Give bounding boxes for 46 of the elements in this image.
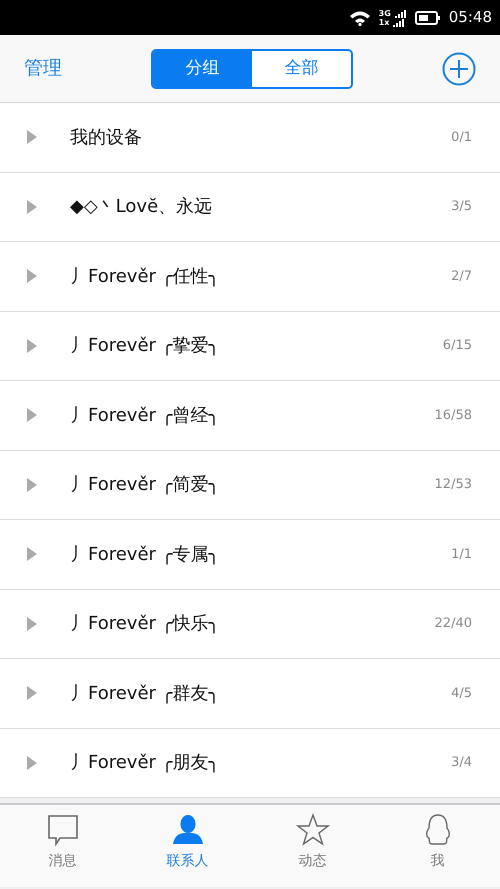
network-label: 3G [378,8,391,18]
group-count: 16/58 [434,406,472,424]
tab-bar-item[interactable]: 消息 [0,805,125,887]
group-count: 3/4 [451,754,472,772]
network-label: 1x [378,18,390,26]
group-row[interactable]: 丿Forevěr ╭任性╮ 2/7 [0,242,500,312]
group-count: 2/7 [451,268,472,286]
group-count: 3/5 [451,198,472,216]
add-icon[interactable] [442,52,476,86]
wifi-icon [348,10,371,26]
star-icon [296,813,330,847]
group-count: 6/15 [442,337,472,355]
group-row[interactable]: 丿Forevěr ╭朋友╮ 3/4 [0,728,500,798]
group-name: 丿Forevěr ╭专属╮ [69,542,220,567]
group-name: 丿Forevěr ╭群友╮ [69,682,220,706]
group-row[interactable]: 丿Forevěr ╭快乐╮ 22/40 [0,590,500,659]
group-count: 1/1 [451,546,472,564]
group-row[interactable]: 丿Forevěr ╭群友╮ 4/5 [0,659,500,728]
group-row[interactable]: ◆◇丶Lovĕ、永远 3/5 [0,172,500,242]
group-name: 我的设备 [69,126,143,150]
group-row[interactable]: 丿Forevěr ╭专属╮ 1/1 [0,520,500,590]
group-name: 丿Forevěr ╭任性╮ [69,264,220,289]
tab-bar-item[interactable]: 动态 [250,805,375,887]
tab-bar-item[interactable]: 我 [375,805,500,887]
group-name: 丿Forevěr ╭朋友╮ [69,751,220,776]
group-name: ◆◇丶Lovĕ、永远 [69,195,214,220]
chat-bubble-icon [46,813,80,847]
group-row[interactable]: 丿Forevěr ╭简爱╮ 12/53 [0,450,500,520]
group-row[interactable]: 丿Forevěr ╭挚爱╮ 6/15 [0,312,500,381]
segment-tab[interactable]: 分组 [153,50,252,86]
manage-link[interactable]: 管理 [24,54,62,83]
status-time: 05:48 [448,7,492,28]
tab-bar-item[interactable]: 联系人 [125,805,250,887]
group-count: 0/1 [451,128,472,146]
group-name: 丿Forevěr ╭挚爱╮ [69,334,220,358]
group-count: 4/5 [451,684,472,702]
group-count: 22/40 [434,615,472,633]
person-icon [170,813,204,847]
group-name: 丿Forevěr ╭曾经╮ [69,404,220,428]
battery-icon [414,10,441,26]
group-row[interactable]: 丿Forevěr ╭曾经╮ 16/58 [0,381,500,450]
group-name: 丿Forevěr ╭快乐╮ [69,612,220,636]
group-name: 丿Forevěr ╭简爱╮ [69,473,220,498]
group-row[interactable]: 我的设备 0/1 [0,103,500,172]
group-count: 12/53 [434,476,472,494]
segment-tab[interactable]: 全部 [252,50,351,86]
